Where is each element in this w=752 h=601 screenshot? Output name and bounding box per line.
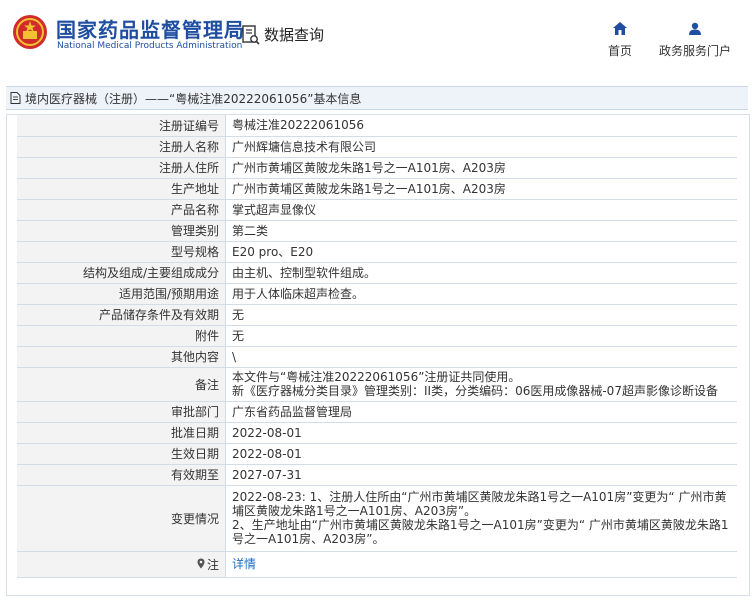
site-name[interactable]: 国家药品监督管理局	[56, 14, 245, 43]
table-row: 注册证编号 粤械注准20222061056	[17, 115, 737, 137]
field-label: 其他内容	[17, 346, 226, 368]
field-value: 广东省药品监督管理局	[225, 401, 737, 423]
field-value: 广州辉墉信息技术有限公司	[225, 136, 737, 158]
search-document-icon	[242, 24, 260, 45]
field-label: 结构及组成/主要组成成分	[17, 262, 226, 284]
document-icon	[10, 92, 21, 104]
note-label: 注	[206, 557, 219, 572]
value-line: 本文件与“粤械注准20222061056”注册证共同使用。	[232, 370, 521, 384]
field-label: 产品储存条件及有效期	[17, 304, 226, 326]
table-row: 注册人住所 广州市黄埔区黄陂龙朱路1号之一A101房、A203房	[17, 157, 737, 179]
table-row: 备注 本文件与“粤械注准20222061056”注册证共同使用。 新《医疗器械分…	[17, 367, 737, 402]
field-value: 无	[225, 325, 737, 347]
user-icon	[689, 22, 701, 35]
table-row: 生产地址 广州市黄埔区黄陂龙朱路1号之一A101房、A203房	[17, 178, 737, 200]
data-query-label: 数据查询	[264, 26, 325, 44]
site-name-en: National Medical Products Administration	[57, 41, 243, 51]
field-label: 备注	[17, 367, 226, 402]
site-header: 国家药品监督管理局 National Medical Products Admi…	[0, 0, 752, 74]
field-value: 掌式超声显像仪	[225, 199, 737, 221]
field-value: 粤械注准20222061056	[225, 115, 737, 137]
value-line: 号之一A101房、A203房”。	[232, 532, 385, 546]
table-row: 其他内容 \	[17, 346, 737, 368]
table-row: 注册人名称 广州辉墉信息技术有限公司	[17, 136, 737, 158]
table-row: 注 详情	[17, 551, 737, 578]
table-row: 生效日期 2022-08-01	[17, 443, 737, 465]
table-row: 产品名称 掌式超声显像仪	[17, 199, 737, 221]
field-value: 本文件与“粤械注准20222061056”注册证共同使用。 新《医疗器械分类目录…	[225, 367, 737, 402]
value-line: 埔区黄陂龙朱路1号之一A101房、A203房”。	[232, 504, 477, 518]
field-value: E20 pro、E20	[225, 241, 737, 263]
field-label: 产品名称	[17, 199, 226, 221]
table-row: 有效期至 2027-07-31	[17, 464, 737, 486]
field-label: 批准日期	[17, 422, 226, 444]
field-value: 2022-08-01	[225, 422, 737, 444]
value-line: 2022-08-23: 1、注册人住所由“广州市黄埔区黄陂龙朱路1号之一A101…	[232, 490, 727, 504]
field-label: 注册人名称	[17, 136, 226, 158]
nav-service-portal[interactable]: 政务服务门户	[655, 20, 735, 59]
field-label: 注	[17, 551, 226, 578]
field-label: 注册证编号	[17, 115, 226, 137]
record-title-bar: 境内医疗器械（注册）——“粤械注准20222061056”基本信息	[6, 86, 748, 110]
national-emblem-icon	[13, 15, 47, 49]
table-row: 附件 无	[17, 325, 737, 347]
location-pin-icon	[197, 558, 205, 572]
nav-service-label: 政务服务门户	[658, 44, 731, 58]
field-label: 有效期至	[17, 464, 226, 486]
field-label: 变更情况	[17, 485, 226, 552]
field-value: 2022-08-01	[225, 443, 737, 465]
table-row: 适用范围/预期用途 用于人体临床超声检查。	[17, 283, 737, 305]
field-value: \	[225, 346, 737, 368]
field-value: 2027-07-31	[225, 464, 737, 486]
record-title: 境内医疗器械（注册）——“粤械注准20222061056”基本信息	[25, 91, 362, 106]
field-value: 第二类	[225, 220, 737, 242]
home-icon	[613, 22, 627, 35]
data-query-link[interactable]: 数据查询	[242, 24, 324, 45]
field-label: 型号规格	[17, 241, 226, 263]
record-detail-table: 注册证编号 粤械注准20222061056 注册人名称 广州辉墉信息技术有限公司…	[17, 115, 737, 578]
nav-home[interactable]: 首页	[600, 20, 640, 59]
field-value: 无	[225, 304, 737, 326]
field-value: 由主机、控制型软件组成。	[225, 262, 737, 284]
field-label: 适用范围/预期用途	[17, 283, 226, 305]
field-label: 管理类别	[17, 220, 226, 242]
record-detail-box: 注册证编号 粤械注准20222061056 注册人名称 广州辉墉信息技术有限公司…	[6, 114, 750, 596]
table-row: 产品储存条件及有效期 无	[17, 304, 737, 326]
table-row: 批准日期 2022-08-01	[17, 422, 737, 444]
table-row: 管理类别 第二类	[17, 220, 737, 242]
table-row: 型号规格 E20 pro、E20	[17, 241, 737, 263]
field-value: 广州市黄埔区黄陂龙朱路1号之一A101房、A203房	[225, 178, 737, 200]
content-area: 境内医疗器械（注册）——“粤械注准20222061056”基本信息 注册证编号 …	[0, 74, 752, 601]
value-line: 2、生产地址由“广州市黄埔区黄陂龙朱路1号之一A101房”变更为“ 广州市黄埔区…	[232, 518, 729, 532]
field-value: 详情	[225, 551, 737, 578]
field-value: 用于人体临床超声检查。	[225, 283, 737, 305]
table-row: 审批部门 广东省药品监督管理局	[17, 401, 737, 423]
field-label: 生效日期	[17, 443, 226, 465]
field-value: 广州市黄埔区黄陂龙朱路1号之一A101房、A203房	[225, 157, 737, 179]
field-label: 审批部门	[17, 401, 226, 423]
nav-home-label: 首页	[607, 44, 632, 58]
details-link[interactable]: 详情	[232, 557, 256, 571]
field-label: 生产地址	[17, 178, 226, 200]
field-label: 附件	[17, 325, 226, 347]
value-line: 新《医疗器械分类目录》管理类别：II类，分类编码：06医用成像器械-07超声影像…	[232, 384, 718, 398]
table-row: 变更情况 2022-08-23: 1、注册人住所由“广州市黄埔区黄陂龙朱路1号之…	[17, 485, 737, 552]
field-label: 注册人住所	[17, 157, 226, 179]
field-value: 2022-08-23: 1、注册人住所由“广州市黄埔区黄陂龙朱路1号之一A101…	[225, 485, 737, 552]
table-row: 结构及组成/主要组成成分 由主机、控制型软件组成。	[17, 262, 737, 284]
